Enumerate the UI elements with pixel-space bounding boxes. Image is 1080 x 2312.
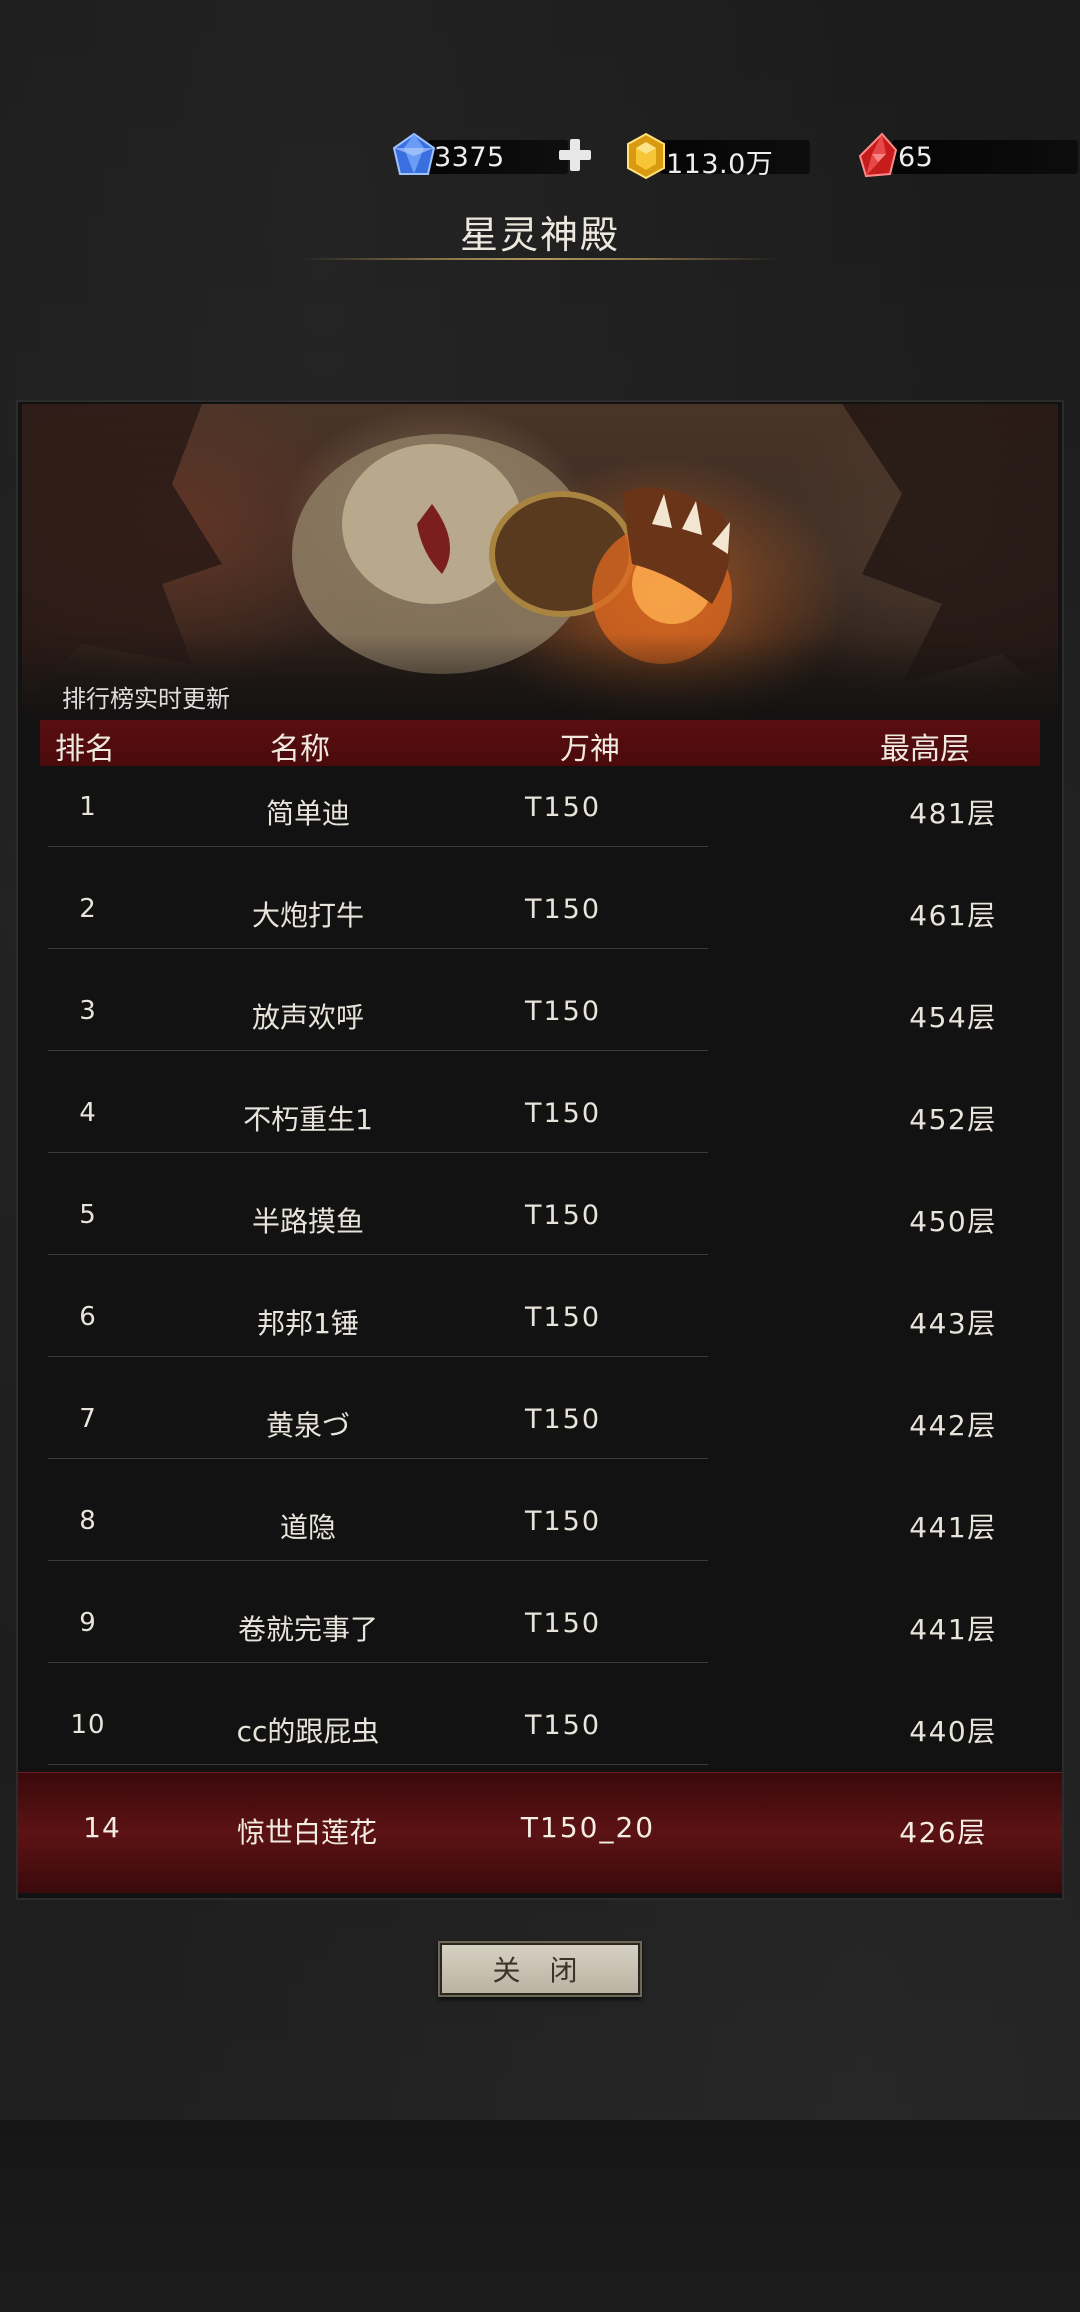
table-row: 4 不朽重生1 T150 452层 — [48, 1088, 1048, 1190]
row-divider — [48, 1764, 708, 1765]
row-name: 半路摸鱼 — [251, 1205, 364, 1238]
row-floor: 481层 — [909, 797, 997, 830]
row-rank: 5 — [79, 1200, 97, 1230]
banner-image — [22, 404, 1058, 724]
title-divider — [300, 258, 780, 260]
row-god: T150 — [524, 894, 602, 925]
table-row: 5 半路摸鱼 T150 450层 — [48, 1190, 1048, 1292]
plus-icon[interactable] — [556, 136, 594, 174]
header-name: 名称 — [270, 732, 330, 767]
row-divider — [48, 1356, 708, 1357]
diamond-icon — [392, 132, 436, 175]
table-row: 1 简单迪 T150 481层 — [48, 782, 1048, 884]
row-rank: 6 — [79, 1302, 97, 1332]
gold-gem-icon — [627, 132, 665, 180]
table-row: 3 放声欢呼 T150 454层 — [48, 986, 1048, 1088]
row-name: 不朽重生1 — [243, 1103, 373, 1136]
row-name: 大炮打牛 — [251, 899, 364, 932]
row-name: 道隐 — [279, 1511, 336, 1544]
row-divider — [48, 1458, 708, 1459]
row-name: 卷就完事了 — [237, 1613, 378, 1646]
row-divider — [48, 948, 708, 949]
table-row: 9 卷就完事了 T150 441层 — [48, 1598, 1048, 1700]
row-god: T150 — [524, 1302, 602, 1333]
row-name: 邦邦1锤 — [257, 1307, 359, 1340]
row-rank: 2 — [79, 894, 97, 924]
my-rank: 14 — [83, 1811, 121, 1844]
page-title: 星灵神殿 — [459, 213, 620, 257]
row-rank: 10 — [70, 1710, 106, 1740]
row-divider — [48, 1560, 708, 1561]
close-button[interactable]: 关 闭 — [438, 1941, 642, 1997]
table-row: 6 邦邦1锤 T150 443层 — [48, 1292, 1048, 1394]
row-god: T150 — [524, 792, 602, 823]
diamond-counter: 3375 — [388, 132, 568, 176]
ruby-icon — [858, 132, 898, 178]
header-rank: 排名 — [55, 732, 115, 767]
row-divider — [48, 1152, 708, 1153]
my-rank-row: 14 惊世白莲花 T150_20 426层 — [18, 1772, 1062, 1893]
row-rank: 1 — [79, 792, 97, 822]
row-rank: 7 — [79, 1404, 97, 1434]
row-divider — [48, 1662, 708, 1663]
row-floor: 441层 — [909, 1511, 997, 1544]
leaderboard-rows: 1 简单迪 T150 481层 2 大炮打牛 T150 461层 3 放声欢呼 T150 454层 4 不… — [48, 782, 1048, 1802]
row-divider — [48, 1254, 708, 1255]
header-floor: 最高层 — [880, 732, 970, 767]
row-floor: 454层 — [909, 1001, 997, 1034]
row-god: T150 — [524, 1608, 602, 1639]
row-floor: 452层 — [909, 1103, 997, 1136]
my-floor: 426层 — [899, 1816, 987, 1849]
header-god: 万神 — [560, 732, 620, 767]
row-floor: 441层 — [909, 1613, 997, 1646]
table-row: 7 黄泉づ T150 442层 — [48, 1394, 1048, 1496]
bottom-band — [0, 2120, 1080, 2312]
row-divider — [48, 1050, 708, 1051]
row-god: T150 — [524, 1404, 602, 1435]
table-header: 排名 名称 万神 最高层 — [40, 720, 1040, 767]
row-god: T150 — [524, 1506, 602, 1537]
row-rank: 3 — [79, 996, 97, 1026]
row-floor: 450层 — [909, 1205, 997, 1238]
leaderboard-panel: 排行榜实时更新 排名 名称 万神 最高层 1 简单迪 T150 481层 2 大炮打牛 T1… — [16, 400, 1064, 1900]
ruby-value: 65 — [898, 142, 934, 173]
gold-value: 113.0万 — [666, 149, 774, 180]
table-row: 8 道隐 T150 441层 — [48, 1496, 1048, 1598]
gold-counter: 113.0万 — [620, 132, 810, 180]
row-name: 简单迪 — [265, 797, 350, 830]
row-divider — [48, 846, 708, 847]
row-name: 黄泉づ — [265, 1409, 350, 1442]
row-rank: 8 — [79, 1506, 97, 1536]
ruby-counter: 65 — [852, 132, 1078, 178]
row-god: T150 — [524, 996, 602, 1027]
realtime-label: 排行榜实时更新 — [62, 685, 230, 713]
table-row: 2 大炮打牛 T150 461层 — [48, 884, 1048, 986]
row-god: T150 — [524, 1098, 602, 1129]
row-god: T150 — [524, 1200, 602, 1231]
row-name: 放声欢呼 — [251, 1001, 364, 1034]
row-floor: 442层 — [909, 1409, 997, 1442]
row-name: cc的跟屁虫 — [236, 1715, 380, 1748]
row-floor: 440层 — [909, 1715, 997, 1748]
row-floor: 461层 — [909, 899, 997, 932]
diamond-value: 3375 — [434, 142, 505, 173]
row-god: T150 — [524, 1710, 602, 1741]
row-rank: 4 — [79, 1098, 97, 1128]
my-god: T150_20 — [520, 1811, 656, 1844]
row-rank: 9 — [79, 1608, 97, 1638]
row-floor: 443层 — [909, 1307, 997, 1340]
my-name: 惊世白莲花 — [236, 1816, 377, 1849]
